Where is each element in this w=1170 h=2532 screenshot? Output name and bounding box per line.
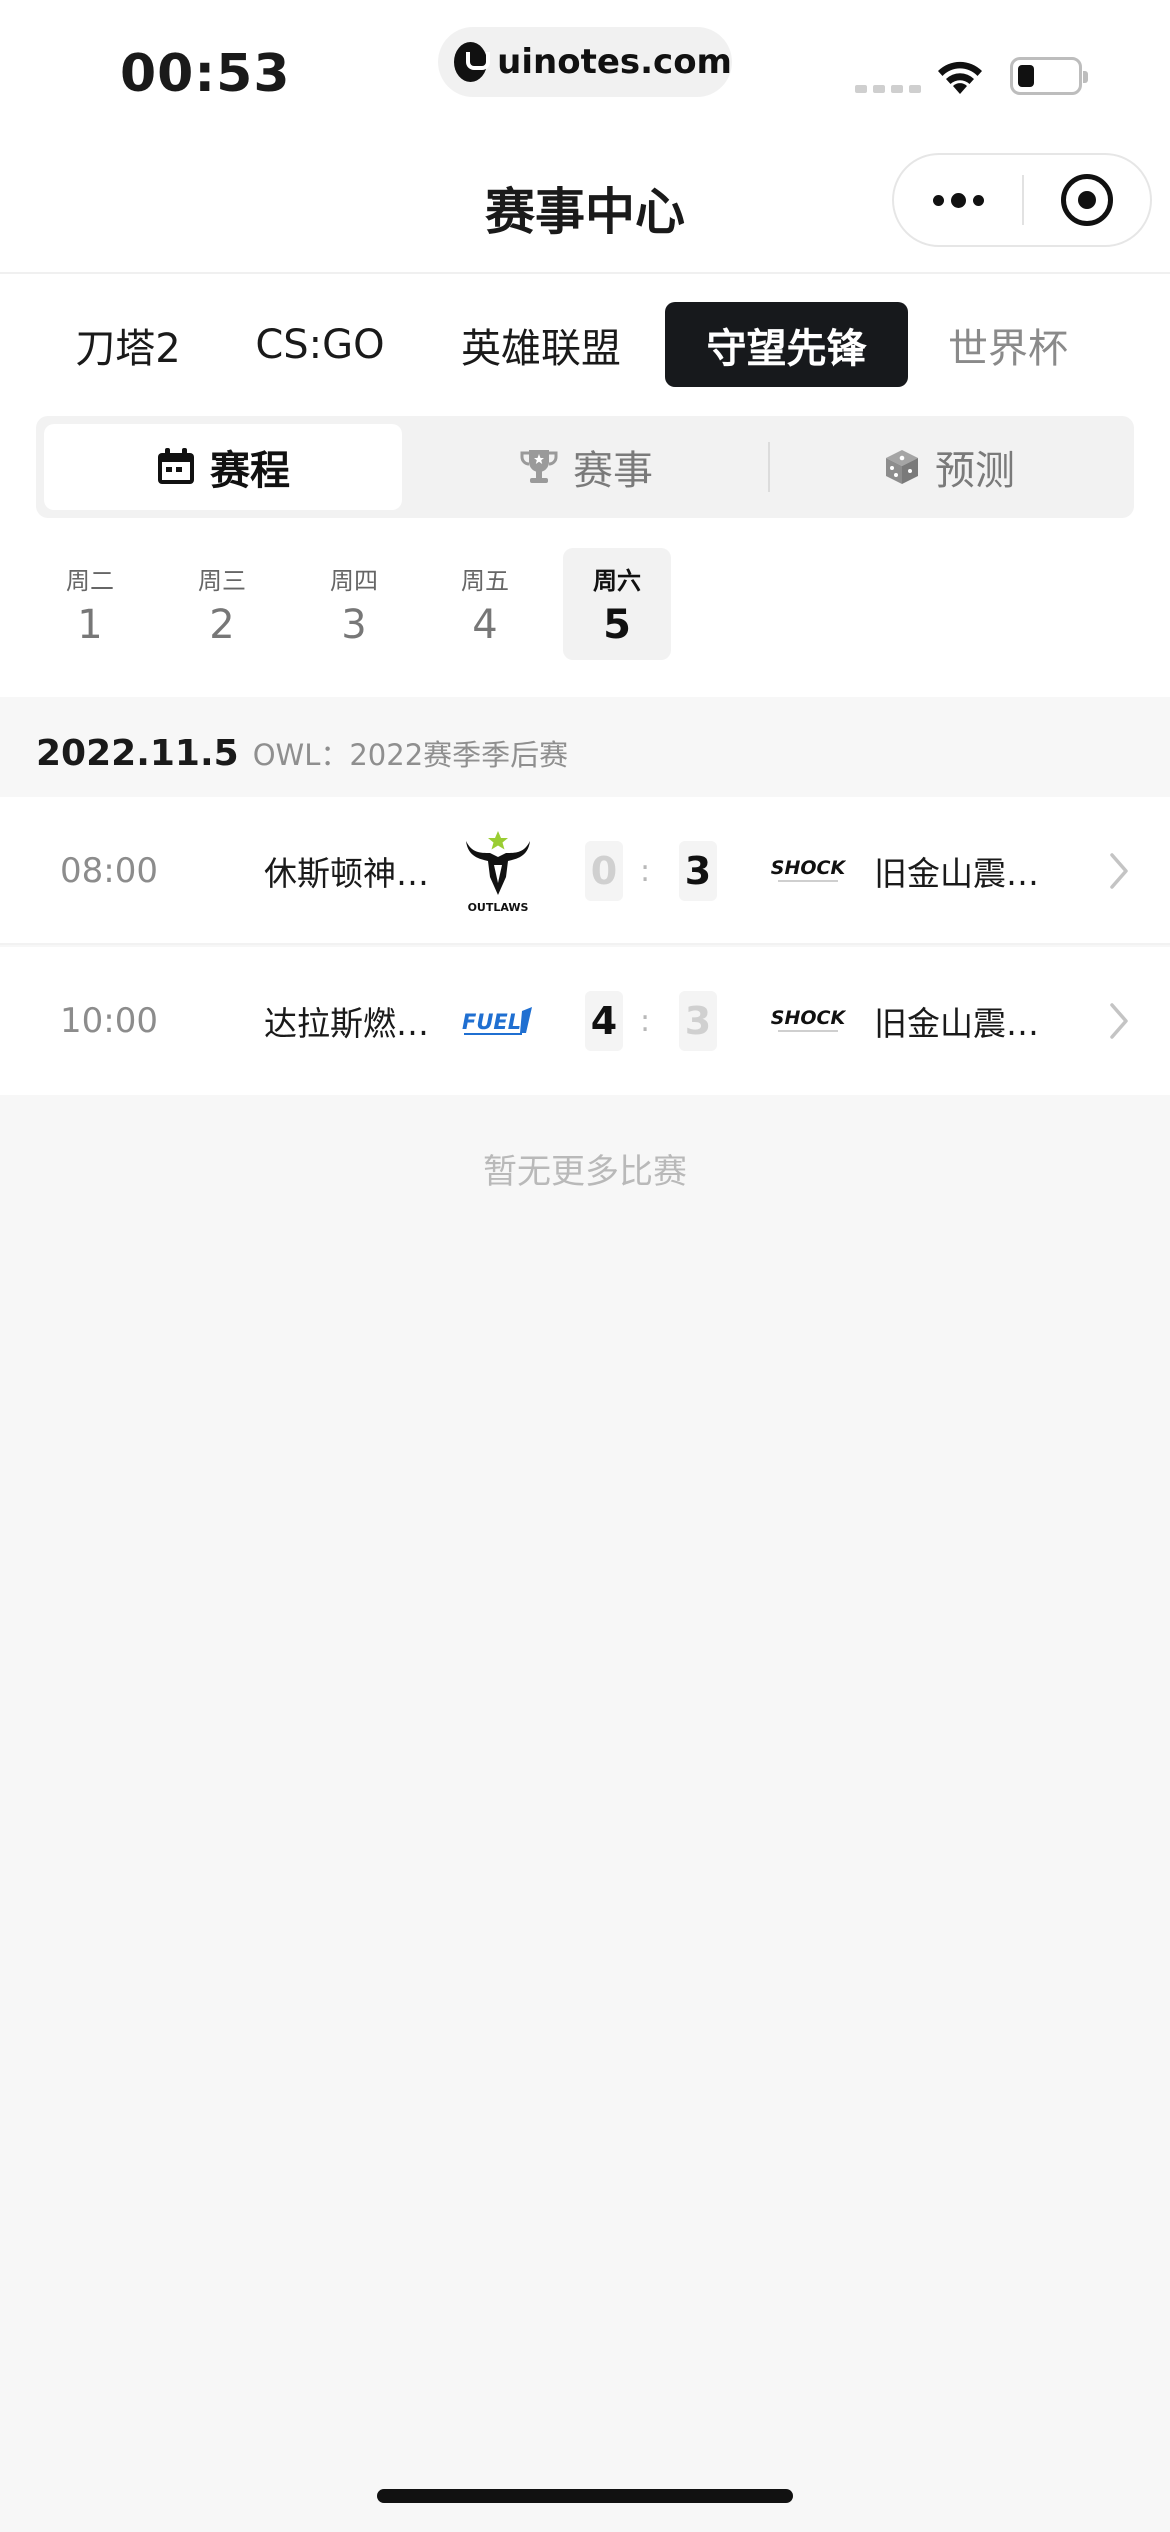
day-thursday[interactable]: 周四 3 [300,548,408,660]
fuel-logo-icon: FUEL [458,977,538,1065]
home-score: 0 [585,841,623,901]
away-score: 3 [679,841,717,901]
day-wednesday[interactable]: 周三 2 [168,548,276,660]
match-time: 08:00 [60,851,158,891]
game-tabs: 刀塔2 CS:GO 英雄联盟 守望先锋 世界杯 [0,302,1170,387]
day-number: 3 [341,601,367,648]
day-saturday[interactable]: 周六 5 [563,548,671,660]
segment-control: 赛程 赛事 预测 [36,416,1134,518]
site-logo-icon [454,42,491,82]
segment-events-label: 赛事 [573,448,653,494]
home-indicator[interactable] [377,2489,793,2503]
segment-divider [768,442,770,492]
away-score: 3 [679,991,717,1051]
day-number: 5 [603,601,631,648]
tab-lol[interactable]: 英雄联盟 [446,302,636,387]
url-pill[interactable]: uinotes.com [438,27,732,97]
tab-dota2[interactable]: 刀塔2 [54,302,202,387]
tab-csgo[interactable]: CS:GO [240,302,400,387]
battery-icon [1010,57,1088,95]
svg-text:SHOCK: SHOCK [771,1007,846,1029]
shock-logo-icon: SHOCK [770,849,846,893]
home-team-name: 休斯顿神… [264,854,429,893]
segment-schedule-label: 赛程 [210,448,290,494]
day-number: 4 [472,601,498,648]
section-event-name: OWL：2022赛季季后赛 [252,738,569,772]
section-date: 2022.11.5 [36,733,239,774]
trophy-icon [519,448,559,486]
segment-predict-label: 预测 [935,448,1015,494]
svg-text:SHOCK: SHOCK [771,857,846,879]
score-colon: : [640,1003,651,1039]
no-more-matches: 暂无更多比赛 [483,1152,687,1192]
match-time: 10:00 [60,1001,158,1041]
more-dots-icon [932,194,944,206]
home-score: 4 [585,991,623,1051]
mini-program-capsule [892,153,1152,247]
day-number: 1 [77,601,103,648]
outlaws-logo-icon: OUTLAWS [458,827,538,915]
row-divider [0,943,1170,945]
away-team-name: 旧金山震… [874,854,1039,893]
day-tuesday[interactable]: 周二 1 [36,548,144,660]
match-row[interactable]: 08:00 休斯顿神… OUTLAWS 0 : 3 SHOCK 旧金山震… [0,797,1170,945]
day-week-label: 周五 [461,566,509,595]
day-week-label: 周四 [330,566,378,595]
tab-overwatch[interactable]: 守望先锋 [665,302,908,387]
status-time: 00:53 [120,44,291,104]
day-week-label: 周三 [198,566,246,595]
day-number: 2 [209,601,235,648]
segment-predict[interactable]: 预测 [772,424,1126,510]
cellular-signal-icon [855,85,921,93]
day-week-label: 周六 [593,566,641,595]
away-team-name: 旧金山震… [874,1004,1039,1043]
dice-icon [883,448,921,486]
home-team-name: 达拉斯燃… [264,1004,429,1043]
calendar-icon [156,448,196,486]
shock-logo-icon: SHOCK [770,999,846,1043]
more-button[interactable] [894,155,1022,245]
target-close-icon [1061,174,1113,226]
section-header: 2022.11.5 OWL：2022赛季季后赛 [36,732,568,774]
chevron-right-icon [1110,853,1128,889]
wifi-icon [938,61,982,94]
day-week-label: 周二 [66,566,114,595]
score-colon: : [640,853,651,889]
close-button[interactable] [1024,174,1150,226]
svg-text:OUTLAWS: OUTLAWS [468,901,529,914]
segment-schedule[interactable]: 赛程 [44,424,402,510]
svg-text:FUEL: FUEL [462,1010,521,1034]
match-row[interactable]: 10:00 达拉斯燃… FUEL 4 : 3 SHOCK 旧金山震… [0,947,1170,1095]
page: 00:53 uinotes.com 赛事中心 刀塔2 CS:GO 英雄联盟 守望… [0,0,1170,2532]
segment-events[interactable]: 赛事 [406,424,766,510]
chevron-right-icon [1110,1003,1128,1039]
header-divider [0,272,1170,274]
day-friday[interactable]: 周五 4 [431,548,539,660]
url-text: uinotes.com [497,42,732,82]
tab-world-cup[interactable]: 世界杯 [934,302,1082,387]
